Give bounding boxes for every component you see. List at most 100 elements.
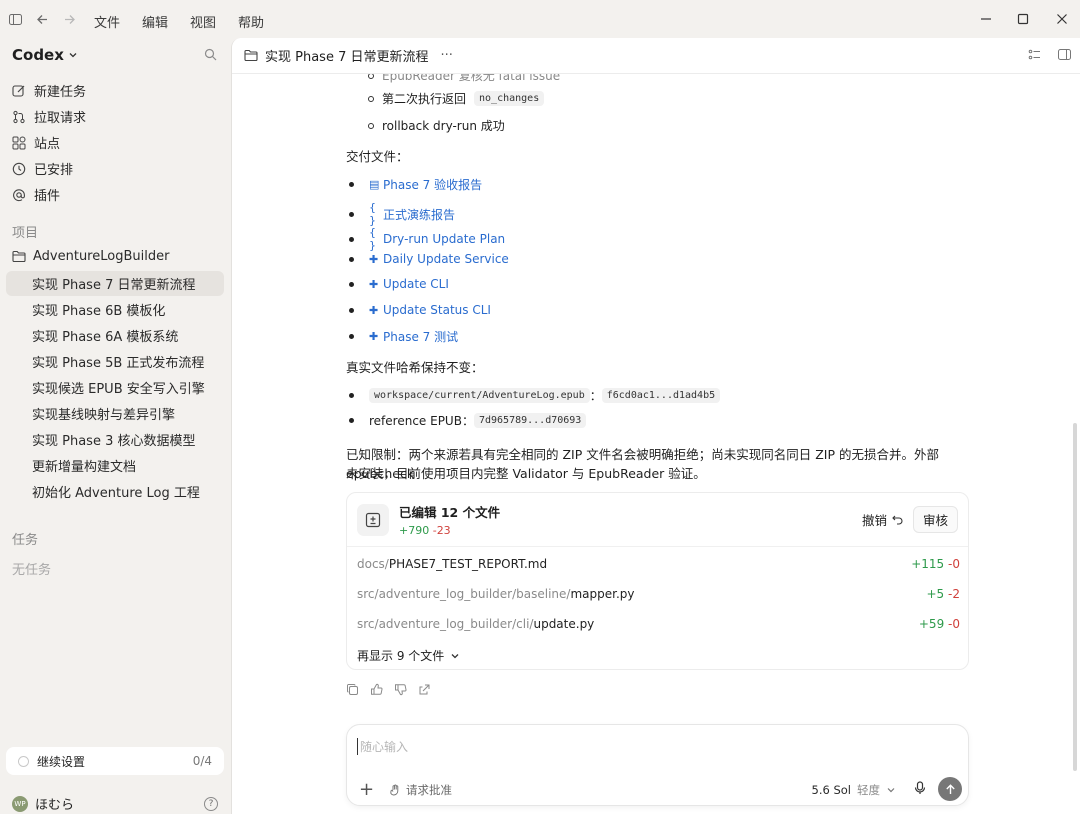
nav-label: 站点 [34, 137, 61, 152]
thread-header: 实现 Phase 7 日常更新流程 ··· [232, 38, 1080, 74]
more-options-icon[interactable]: ··· [440, 48, 452, 63]
deliverable-link[interactable]: ✚ Update Status CLI [349, 303, 491, 317]
file-diff: +115 -0 [911, 557, 960, 571]
thread-item[interactable]: 实现候选 EPUB 安全写入引擎 [6, 375, 224, 400]
inline-code: workspace/current/AdventureLog.epub [369, 388, 590, 403]
approval-mode-button[interactable]: 请求批准 [389, 782, 452, 798]
panel-toggle-icon[interactable] [1058, 48, 1071, 65]
model-selector[interactable]: 5.6 Sol 轻度 [812, 782, 896, 798]
minimize-icon[interactable] [977, 10, 995, 28]
continue-setup-label: 继续设置 [37, 754, 86, 769]
python-icon: ✚ [369, 330, 379, 343]
search-icon[interactable] [204, 48, 217, 65]
thread-item[interactable]: 实现 Phase 6A 模板系统 [6, 323, 224, 348]
microphone-icon[interactable] [914, 781, 926, 799]
deliverable-link[interactable]: ✚ Phase 7 测试 [349, 328, 458, 345]
avatar: WP [12, 795, 28, 812]
undo-button[interactable]: 撤销 [862, 510, 903, 529]
separator: ： [589, 389, 602, 403]
file-name: mapper.py [570, 587, 635, 601]
thread-item[interactable]: 实现 Phase 3 核心数据模型 [6, 427, 224, 452]
show-more-files-button[interactable]: 再显示 9 个文件 [357, 647, 460, 664]
nav-sites[interactable]: 站点 [12, 133, 60, 152]
bullet-icon [349, 236, 354, 242]
chevron-down-icon [451, 653, 459, 658]
nav-pull-requests[interactable]: 拉取请求 [12, 107, 86, 126]
back-arrow-icon[interactable] [33, 10, 51, 28]
share-icon[interactable] [418, 683, 431, 696]
brand-switcher[interactable]: Codex [12, 46, 78, 64]
copy-icon[interactable] [346, 683, 359, 696]
file-row[interactable]: docs/PHASE7_TEST_REPORT.md +115 -0 [357, 557, 960, 571]
thumbs-down-icon[interactable] [394, 683, 407, 696]
menu-view[interactable]: 视图 [190, 12, 216, 31]
send-button[interactable] [938, 777, 962, 801]
project-folder[interactable]: AdventureLogBuilder [12, 249, 169, 264]
model-label: 5.6 Sol [811, 783, 851, 797]
deliverable-link[interactable]: { } Dry-run Update Plan [349, 226, 505, 252]
python-icon: ✚ [369, 277, 379, 291]
thread-item[interactable]: 实现基线映射与差异引擎 [6, 401, 224, 426]
sidebar-toggle-icon[interactable] [6, 10, 24, 28]
clock-icon [12, 162, 26, 175]
folder-icon [244, 49, 258, 62]
bullet-icon [368, 95, 374, 102]
separator: ： [461, 414, 474, 428]
close-icon[interactable] [1053, 10, 1071, 28]
nav-scheduled[interactable]: 已安排 [12, 159, 73, 178]
scrollbar[interactable] [1073, 423, 1077, 771]
deliverable-link[interactable]: ✚ Daily Update Service [349, 252, 509, 266]
undo-icon [892, 515, 903, 525]
bullet-icon [349, 307, 354, 313]
help-icon[interactable]: ? [204, 796, 218, 811]
thread-item[interactable]: 初始化 Adventure Log 工程 [6, 479, 224, 504]
progress-circle-icon [18, 755, 29, 767]
deliverable-link[interactable]: ✚ Update CLI [349, 277, 449, 291]
bullet-icon [349, 281, 354, 287]
forward-arrow-icon[interactable] [60, 10, 78, 28]
show-more-label: 再显示 9 个文件 [357, 649, 445, 663]
menu-help[interactable]: 帮助 [238, 12, 264, 31]
inline-code: f6cd0ac1...d1ad4b5 [601, 388, 721, 403]
maximize-icon[interactable] [1014, 10, 1032, 28]
hand-icon [390, 784, 399, 796]
checklist-icon[interactable] [1028, 48, 1041, 65]
file-row[interactable]: src/adventure_log_builder/cli/update.py … [357, 617, 960, 631]
file-dir: docs/ [357, 557, 389, 571]
project-name: AdventureLogBuilder [33, 249, 170, 264]
continue-setup-count: 0/4 [192, 754, 212, 768]
thumbs-up-icon[interactable] [370, 683, 383, 696]
grid-icon [12, 136, 26, 149]
review-button[interactable]: 审核 [912, 506, 958, 533]
thread-item[interactable]: 更新增量构建文档 [6, 453, 224, 478]
prompt-input[interactable]: 随心输入 [357, 738, 408, 755]
menu-file[interactable]: 文件 [94, 12, 120, 31]
user-profile[interactable]: WP ほむら ? [12, 794, 218, 813]
file-diff: +59 -0 [919, 617, 960, 631]
deliverable-link[interactable]: ▤ Phase 7 验收报告 [349, 176, 482, 193]
nav-plugins[interactable]: 插件 [12, 185, 60, 204]
file-row[interactable]: src/adventure_log_builder/baseline/mappe… [357, 587, 960, 601]
thread-item[interactable]: 实现 Phase 7 日常更新流程 [6, 271, 224, 296]
menu-edit[interactable]: 编辑 [142, 12, 168, 31]
folder-icon [12, 250, 26, 263]
thread-item[interactable]: 实现 Phase 5B 正式发布流程 [6, 349, 224, 374]
edited-files-stats: +790 -23 [399, 524, 500, 537]
at-icon [13, 188, 25, 201]
add-attachment-button[interactable]: + [359, 779, 374, 800]
nav-label: 新建任务 [34, 85, 87, 100]
file-diff: +5 -2 [927, 587, 961, 601]
deliverable-link[interactable]: { } 正式演练报告 [349, 201, 455, 227]
continue-setup-card[interactable]: 继续设置 0/4 [6, 747, 224, 775]
message-actions [346, 683, 431, 696]
thread-item[interactable]: 实现 Phase 6B 模板化 [6, 297, 224, 322]
link-label: Update CLI [383, 277, 449, 291]
file-dir: src/adventure_log_builder/baseline/ [357, 587, 571, 601]
tasks-label: 任务 [12, 533, 39, 548]
limitation-line-2: 未安装，目前使用项目内完整 Validator 与 EpubReader 验证。 [346, 466, 706, 481]
hash-label: reference EPUB [369, 413, 462, 428]
nav-new-task[interactable]: 新建任务 [12, 81, 86, 100]
bullet-icon [349, 393, 354, 398]
file-removed: -0 [948, 617, 960, 631]
nav-label: 插件 [34, 189, 61, 204]
